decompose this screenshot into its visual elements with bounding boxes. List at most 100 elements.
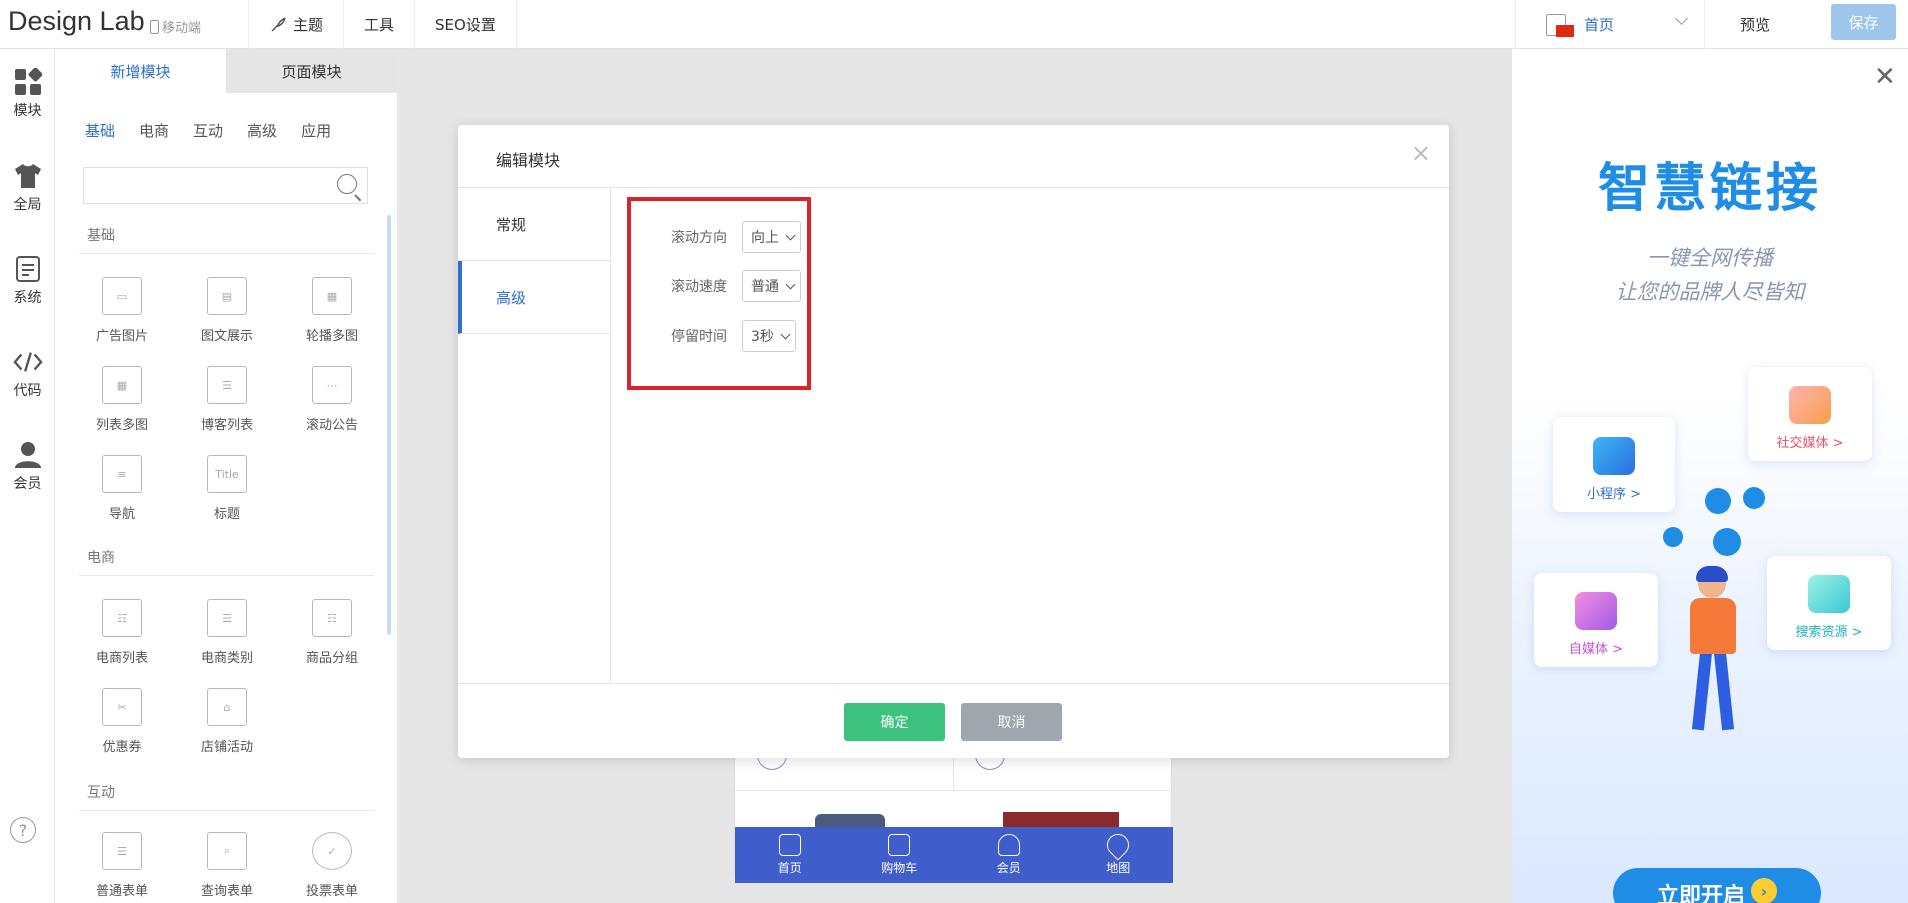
sidebar-item-modules[interactable]: 模块 [0, 67, 55, 120]
molecule-node [1743, 487, 1765, 509]
arrow-right-icon: › [1751, 878, 1777, 903]
sidebar-item-code[interactable]: 代码 [0, 347, 55, 400]
module-scroll-notice[interactable]: ⋯ 滚动公告 [280, 366, 384, 433]
subtab-advanced[interactable]: 高级 [247, 120, 277, 141]
user-icon [13, 440, 43, 470]
store-icon: ⌂ [207, 688, 247, 726]
cancel-button[interactable]: 取消 [961, 703, 1062, 741]
section-title-ecommerce: 电商 [87, 550, 115, 566]
promo-card-social[interactable]: 社交媒体 > [1748, 367, 1872, 461]
phone-preview: 首页 购物车 会员 地图 [734, 740, 1173, 883]
promo-card-selfmedia[interactable]: 自媒体 > [1534, 573, 1658, 667]
confirm-button[interactable]: 确定 [844, 703, 945, 741]
tab-advanced[interactable]: 高级 [458, 261, 611, 334]
list-icon: ☰ [207, 366, 247, 404]
promo-subtitle-1: 一键全网传播 [1647, 246, 1773, 270]
tab-add-module[interactable]: 新增模块 [55, 49, 226, 93]
promo-title: 智慧链接 [1597, 159, 1822, 219]
module-ad-image[interactable]: ▭ 广告图片 [70, 277, 174, 344]
close-icon[interactable]: × [1411, 139, 1431, 167]
preview-button[interactable]: 预览 [1740, 14, 1770, 35]
promo-card-label: 搜索资源 > [1795, 625, 1863, 640]
save-button[interactable]: 保存 [1831, 4, 1896, 40]
field-label: 滚动方向 [671, 230, 727, 246]
product-list-icon: ☷ [102, 599, 142, 637]
image-icon: ▭ [102, 277, 142, 315]
tab-page-module[interactable]: 页面模块 [226, 49, 397, 93]
nav-tools[interactable]: 工具 [344, 0, 416, 49]
tabbar-label: 首页 [777, 861, 802, 875]
nav-theme[interactable]: 主题 [249, 0, 345, 49]
promo-start-button[interactable]: 立即开启 › [1613, 868, 1821, 903]
tabbar-cart[interactable]: 购物车 [845, 827, 955, 883]
module-category-tabs: 基础 电商 互动 高级 应用 [85, 120, 331, 141]
page-select-value: 首页 [1584, 16, 1615, 34]
map-pin-icon [1102, 829, 1134, 861]
phone-tab-bar: 首页 购物车 会员 地图 [735, 827, 1173, 883]
help-icon[interactable]: ? [10, 817, 36, 843]
camera-icon [1575, 592, 1617, 630]
scroll-speed-select[interactable]: 普通 [742, 270, 801, 302]
module-query-form[interactable]: ⌕ 查询表单 [175, 832, 279, 899]
subtab-apps[interactable]: 应用 [301, 120, 331, 141]
tabbar-label: 购物车 [881, 861, 918, 875]
select-value: 向上 [751, 230, 779, 246]
promo-button-label: 立即开启 [1656, 884, 1745, 903]
subtab-basic[interactable]: 基础 [85, 120, 115, 141]
sidebar-item-member[interactable]: 会员 [0, 440, 55, 493]
module-title[interactable]: Title 标题 [175, 455, 279, 522]
sidebar-label-code: 代码 [13, 383, 42, 399]
module-product-group[interactable]: ☷ 商品分组 [280, 599, 384, 666]
subtab-interactive[interactable]: 互动 [193, 120, 223, 141]
nav-seo[interactable]: SEO设置 [415, 0, 517, 49]
close-icon[interactable]: ✕ [1874, 62, 1896, 92]
module-label: 查询表单 [200, 884, 253, 899]
promo-card-miniprogram[interactable]: 小程序 > [1553, 417, 1675, 512]
divider [79, 575, 374, 576]
module-blog-list[interactable]: ☰ 博客列表 [175, 366, 279, 433]
tabbar-home[interactable]: 首页 [735, 827, 845, 883]
module-vote-form[interactable]: ✓ 投票表单 [280, 832, 384, 899]
product-group-icon: ☷ [312, 599, 352, 637]
mobile-view-toggle[interactable]: 移动端 [150, 17, 201, 36]
module-panel: 新增模块 页面模块 基础 电商 互动 高级 应用 基础 ▭ 广告图片 ▤ 图文展示 … [55, 49, 397, 903]
nav-tools-label: 工具 [364, 16, 395, 34]
module-search-input[interactable] [83, 167, 368, 204]
home-icon [778, 834, 801, 856]
scroll-direction-select[interactable]: 向上 [742, 221, 801, 253]
search-icon [1808, 575, 1850, 613]
module-label: 店铺活动 [200, 740, 253, 755]
module-image-text[interactable]: ▤ 图文展示 [175, 277, 279, 344]
search-icon[interactable] [337, 174, 357, 194]
divider [79, 253, 374, 254]
tabbar-member[interactable]: 会员 [954, 827, 1064, 883]
stay-time-select[interactable]: 3秒 [742, 320, 796, 352]
module-navigation[interactable]: ≡ 导航 [70, 455, 174, 522]
cube-icon [1593, 437, 1635, 475]
sidebar-label-system: 系统 [13, 290, 42, 306]
tabbar-label: 会员 [996, 861, 1021, 875]
promo-card-search[interactable]: 搜索资源 > [1767, 556, 1891, 650]
page-select-dropdown[interactable]: 首页 [1515, 0, 1705, 49]
tabbar-map[interactable]: 地图 [1064, 827, 1174, 883]
sidebar-item-system[interactable]: 系统 [0, 254, 55, 307]
form-icon: ☰ [102, 832, 142, 870]
module-coupon[interactable]: ✂ 优惠券 [70, 688, 174, 755]
panel-scrollbar[interactable] [387, 215, 391, 635]
promo-subtitle-2: 让您的品牌人尽皆知 [1615, 280, 1805, 304]
subtab-ecommerce[interactable]: 电商 [139, 120, 169, 141]
module-store-activity[interactable]: ⌂ 店铺活动 [175, 688, 279, 755]
module-label: 图文展示 [200, 329, 253, 344]
sidebar-label-modules: 模块 [13, 103, 42, 119]
molecule-node [1705, 488, 1731, 514]
sidebar-label-member: 会员 [13, 476, 42, 492]
module-label: 商品分组 [305, 651, 358, 666]
tab-general[interactable]: 常规 [458, 188, 611, 261]
module-carousel[interactable]: ▦ 轮播多图 [280, 277, 384, 344]
sidebar-item-global[interactable]: 全局 [0, 161, 55, 214]
module-ecommerce-list[interactable]: ☷ 电商列表 [70, 599, 174, 666]
module-list-images[interactable]: ▦ 列表多图 [70, 366, 174, 433]
module-ecommerce-category[interactable]: ☰ 电商类别 [175, 599, 279, 666]
module-form[interactable]: ☰ 普通表单 [70, 832, 174, 899]
grid-images-icon: ▦ [102, 366, 142, 404]
